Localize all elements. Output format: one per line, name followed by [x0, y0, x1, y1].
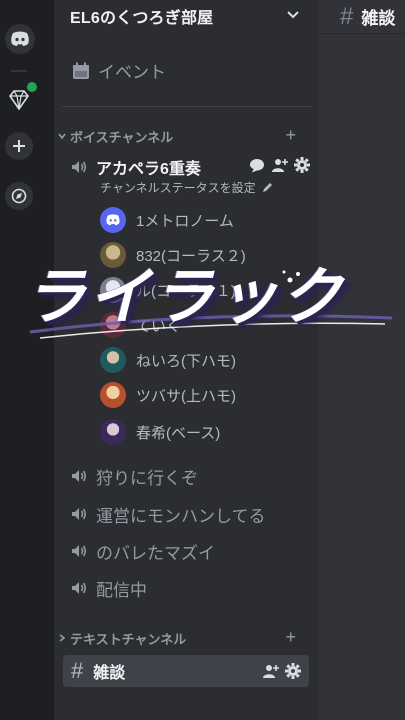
- chat-header: # 雑談: [318, 0, 405, 34]
- server-icon-gem[interactable]: [5, 80, 39, 114]
- compass-icon: [11, 188, 27, 204]
- text-channel-selected[interactable]: # 雑談: [63, 655, 309, 687]
- discord-logo-icon: [11, 31, 29, 46]
- add-text-channel-button[interactable]: +: [285, 627, 296, 648]
- events-label: イベント: [98, 63, 166, 82]
- speaker-icon: [72, 545, 87, 557]
- speaker-icon: [72, 470, 87, 482]
- add-member-icon[interactable]: [271, 157, 288, 173]
- voice-category-label: ボイスチャンネル: [70, 129, 174, 145]
- voice-channel[interactable]: のバレたマズイ: [70, 536, 215, 566]
- sidebar-divider: [62, 106, 312, 107]
- text-category-label: テキストチャンネル: [70, 631, 187, 647]
- avatar: [100, 277, 126, 303]
- chat-area: # 雑談: [318, 0, 405, 720]
- speaker-icon: [72, 508, 87, 520]
- add-server-button[interactable]: [5, 132, 33, 160]
- voice-channel-name: 狩りに行くぞ: [96, 468, 198, 488]
- server-rail: [0, 0, 54, 720]
- voice-member[interactable]: 春希(ベース): [100, 418, 220, 446]
- text-channel-name: 雑談: [93, 665, 126, 682]
- voice-channel[interactable]: 狩りに行くぞ: [70, 461, 198, 491]
- avatar: [100, 419, 126, 445]
- gem-icon: [9, 90, 29, 110]
- text-channel-actions: [262, 663, 301, 679]
- speaker-icon: [72, 161, 87, 173]
- voice-active-badge: [25, 80, 39, 94]
- member-name: 832(コーラス２): [136, 247, 246, 265]
- events-link[interactable]: イベント: [72, 58, 166, 83]
- voice-member[interactable]: 832(コーラス２): [100, 241, 246, 269]
- member-name: ねいろ(下ハモ): [136, 352, 236, 370]
- server-header[interactable]: EL6のくつろぎ部屋: [54, 0, 318, 32]
- chevron-down-icon: [58, 133, 66, 140]
- voice-member[interactable]: ていく: [100, 311, 181, 339]
- add-member-icon[interactable]: [262, 663, 279, 679]
- discord-logo-icon: [106, 214, 120, 226]
- voice-member[interactable]: ツバサ(上ハモ): [100, 381, 236, 409]
- voice-channel-name: 運営にモンハンしてる: [96, 506, 266, 526]
- voice-member[interactable]: 1メトロノーム: [100, 206, 234, 234]
- voice-channel[interactable]: 運営にモンハンしてる: [70, 499, 266, 529]
- explore-servers-button[interactable]: [5, 182, 33, 210]
- voice-category-header[interactable]: ボイスチャンネル +: [58, 125, 308, 146]
- member-name: ル(コーラス１): [136, 282, 236, 300]
- speaker-icon: [72, 582, 87, 594]
- chevron-down-icon[interactable]: [286, 8, 300, 22]
- member-name: 春希(ベース): [136, 424, 221, 442]
- voice-channel[interactable]: 配信中: [70, 573, 147, 603]
- chat-header-title: 雑談: [361, 9, 396, 28]
- voice-member[interactable]: ル(コーラス１): [100, 276, 236, 304]
- hashtag-icon: #: [340, 2, 354, 30]
- avatar: [100, 207, 126, 233]
- voice-member[interactable]: ねいろ(下ハモ): [100, 346, 236, 374]
- pencil-icon: [263, 183, 272, 192]
- member-name: ていく: [136, 317, 182, 335]
- add-voice-channel-button[interactable]: +: [285, 125, 296, 146]
- rail-separator: [11, 70, 27, 72]
- text-category-header[interactable]: テキストチャンネル +: [58, 627, 308, 648]
- channel-sidebar: EL6のくつろぎ部屋 イベント ボイスチャンネル + アカペラ6重奏 チャンネル…: [54, 0, 318, 720]
- gear-icon[interactable]: [294, 157, 310, 173]
- avatar: [100, 347, 126, 373]
- voice-channel-name: のバレたマズイ: [96, 543, 215, 563]
- chat-bubble-icon[interactable]: [249, 158, 265, 173]
- member-name: ツバサ(上ハモ): [136, 387, 236, 405]
- calendar-icon: [73, 62, 89, 79]
- voice-channel-name: 配信中: [96, 580, 147, 600]
- avatar: [100, 312, 126, 338]
- voice-channel-name: アカペラ6重奏: [96, 161, 201, 178]
- voice-channel-actions: [249, 157, 310, 173]
- channel-status-setter[interactable]: チャンネルステータスを設定: [100, 179, 273, 196]
- hashtag-icon: #: [71, 658, 84, 683]
- avatar: [100, 242, 126, 268]
- server-name: EL6のくつろぎ部屋: [70, 10, 214, 27]
- chevron-right-icon: [59, 634, 66, 642]
- voice-channel-active[interactable]: アカペラ6重奏 チャンネルステータスを設定: [70, 155, 310, 195]
- gear-icon[interactable]: [285, 663, 301, 679]
- plus-icon: [13, 140, 25, 152]
- member-name: 1メトロノーム: [136, 212, 234, 230]
- avatar: [100, 382, 126, 408]
- discord-home-button[interactable]: [5, 24, 35, 54]
- channel-status-label: チャンネルステータスを設定: [100, 181, 256, 195]
